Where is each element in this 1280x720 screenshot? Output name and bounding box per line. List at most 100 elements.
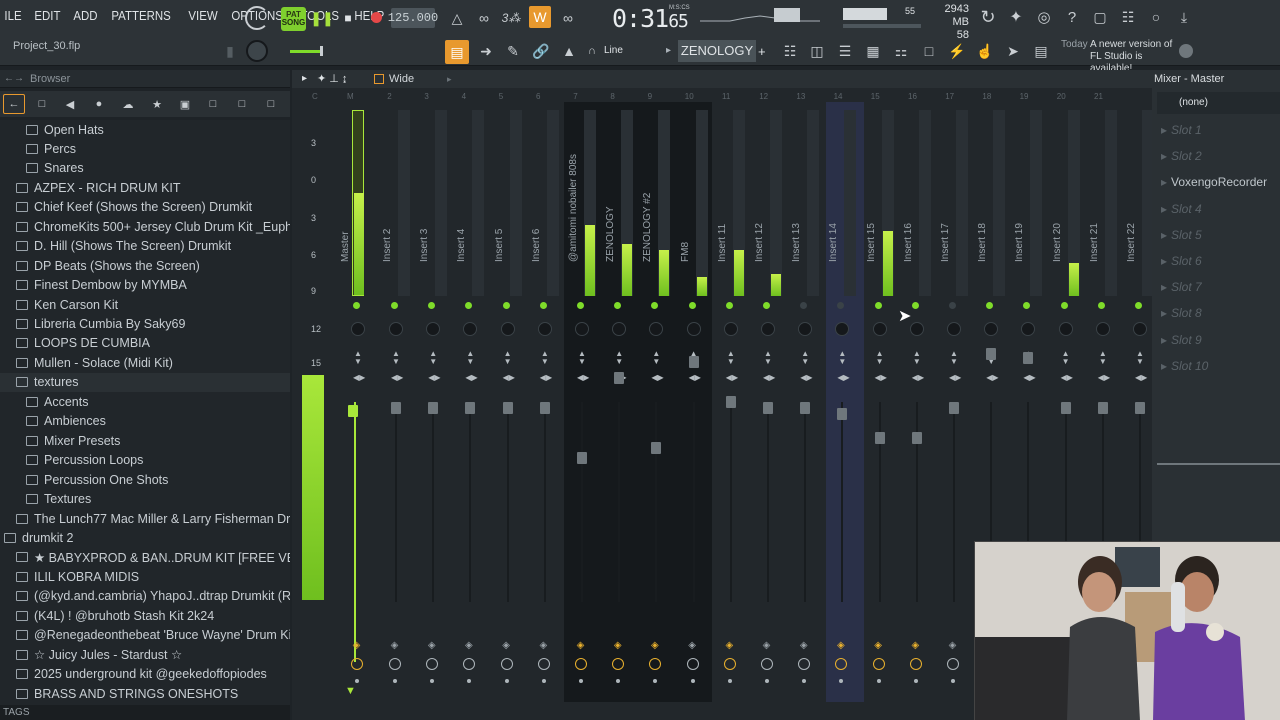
fx-slot[interactable]: Slot 5 bbox=[1157, 223, 1280, 247]
pan-knob[interactable] bbox=[500, 322, 515, 336]
volume-fader[interactable] bbox=[763, 402, 773, 414]
mixer-strip[interactable]: Insert 4 ▲ ▼ ◀▶ ◈ bbox=[452, 102, 488, 683]
pattern-song-toggle[interactable]: PAT SONG bbox=[281, 7, 306, 31]
route-icon[interactable]: ◈ bbox=[799, 640, 808, 652]
fx-slot[interactable]: Slot 10 bbox=[1157, 354, 1280, 378]
menu-ile[interactable]: ILE bbox=[0, 8, 26, 23]
mixer-strip[interactable]: Insert 2 ▲ ▼ ◀▶ ◈ bbox=[378, 102, 414, 683]
strip-name[interactable]: Insert 11 bbox=[717, 202, 728, 262]
menu-view[interactable]: VIEW bbox=[184, 8, 222, 23]
mixer-strip[interactable]: Insert 15 ▲ ▼ ◀▶ ◈ bbox=[862, 102, 898, 683]
volume-fader[interactable] bbox=[348, 405, 358, 417]
folder-icon-2[interactable]: □ bbox=[232, 94, 252, 114]
pan-knob[interactable] bbox=[872, 322, 887, 336]
mute-led[interactable] bbox=[465, 302, 473, 309]
pan-knob[interactable] bbox=[612, 322, 627, 336]
tags-bar[interactable]: TAGS bbox=[0, 705, 290, 720]
view-mode[interactable]: Wide bbox=[389, 73, 414, 85]
volume-fader[interactable] bbox=[502, 402, 513, 414]
browser-item[interactable]: BRASS AND STRINGS ONESHOTS bbox=[0, 684, 290, 703]
browser-item[interactable]: Percussion One Shots bbox=[0, 470, 290, 489]
mixer-strip[interactable]: Insert 13 ▲ ▼ ◀▶ ◈ bbox=[787, 102, 823, 683]
pan-knob[interactable] bbox=[575, 322, 589, 336]
stereo-arrows-icon[interactable]: ▲▼◀▶ bbox=[577, 350, 589, 382]
send-knob-icon[interactable] bbox=[426, 658, 439, 670]
menu-patterns[interactable]: PATTERNS bbox=[107, 8, 175, 23]
record-arm-dot[interactable] bbox=[913, 679, 918, 683]
route-icon[interactable]: ◈ bbox=[613, 640, 622, 652]
browser-item[interactable]: ☆ Juicy Jules - Stardust ☆ bbox=[0, 645, 290, 664]
browser-item[interactable]: @Renegadeonthebeat 'Bruce Wayne' Drum Ki… bbox=[0, 626, 290, 645]
browser-item[interactable]: drumkit 2 bbox=[0, 528, 290, 547]
volume-fader[interactable] bbox=[800, 402, 811, 414]
browser-item[interactable]: AZPEX - RICH DRUM KIT bbox=[0, 178, 290, 197]
pan-knob[interactable] bbox=[649, 322, 664, 336]
strip-name[interactable]: Insert 22 bbox=[1126, 202, 1137, 262]
browser-item[interactable]: Ken Carson Kit bbox=[0, 295, 290, 314]
cart-icon[interactable]: ▤ bbox=[1030, 40, 1052, 62]
browser-item[interactable]: Snares bbox=[0, 159, 290, 178]
volume-fader[interactable] bbox=[949, 402, 959, 414]
strip-name[interactable]: Insert 4 bbox=[456, 202, 467, 262]
mute-led[interactable] bbox=[800, 302, 808, 309]
stereo-arrows-icon[interactable]: ▲▼◀▶ bbox=[1135, 350, 1147, 382]
stamp-icon[interactable]: ▲ bbox=[558, 40, 580, 62]
strip-name[interactable]: Insert 14 bbox=[828, 202, 839, 262]
volume-fader[interactable] bbox=[1060, 402, 1071, 414]
document-icon[interactable]: □ bbox=[918, 40, 940, 62]
strip-name[interactable]: Insert 16 bbox=[903, 202, 914, 262]
strip-name[interactable]: ZENOLOGY bbox=[605, 202, 616, 262]
channel-rack-icon[interactable]: ◫ bbox=[806, 40, 828, 62]
strip-name[interactable]: Insert 5 bbox=[494, 202, 505, 262]
globe-icon[interactable] bbox=[1179, 44, 1193, 58]
send-knob-icon[interactable] bbox=[872, 658, 885, 670]
record-arm-dot[interactable] bbox=[467, 679, 472, 683]
mute-led[interactable] bbox=[391, 302, 398, 309]
pan-knob[interactable] bbox=[1133, 322, 1147, 336]
fx-slot[interactable]: Slot 4 bbox=[1157, 197, 1280, 221]
record-arm-dot[interactable] bbox=[876, 679, 881, 683]
record-arm-dot[interactable] bbox=[951, 679, 955, 683]
strip-name[interactable]: Insert 13 bbox=[791, 202, 802, 262]
mute-led[interactable] bbox=[1097, 302, 1105, 309]
strip-name[interactable]: ZENOLOGY #2 bbox=[642, 193, 653, 262]
tools-icon[interactable]: ✦ bbox=[1005, 6, 1027, 28]
route-icon[interactable]: ◈ bbox=[539, 640, 548, 652]
strip-name[interactable]: FM8 bbox=[680, 202, 691, 262]
list-icon[interactable]: ☰ bbox=[834, 40, 856, 62]
download-icon[interactable]: ⤓ bbox=[1173, 6, 1195, 28]
browser-item[interactable]: Percussion Loops bbox=[0, 451, 290, 470]
strip-name[interactable]: Insert 21 bbox=[1089, 202, 1100, 262]
mixer-strip[interactable]: ZENOLOGY #2 ▲ ▼ ◀▶ ◈ bbox=[638, 102, 674, 683]
stereo-arrows-icon[interactable]: ▲▼◀▶ bbox=[540, 350, 552, 382]
browser-item[interactable]: Open Hats bbox=[0, 120, 290, 139]
route-icon[interactable]: ◈ bbox=[948, 640, 957, 652]
browser-item[interactable]: Mixer Presets bbox=[0, 431, 290, 450]
strip-name[interactable]: @amitomi nobailer 808s bbox=[568, 154, 579, 262]
strip-name[interactable]: Insert 15 bbox=[866, 202, 877, 262]
menu-edit[interactable]: EDIT bbox=[30, 8, 65, 23]
playlist-icon[interactable]: ☷ bbox=[779, 40, 801, 62]
stereo-arrows-icon[interactable]: ▲▼◀▶ bbox=[1098, 350, 1110, 382]
route-icon[interactable]: ◈ bbox=[650, 640, 659, 652]
browser-item[interactable]: LOOPS DE CUMBIA bbox=[0, 334, 290, 353]
record-arm-dot[interactable] bbox=[430, 679, 435, 683]
mixer-strip[interactable]: Insert 16 ▲ ▼ ◀▶ ◈ bbox=[899, 102, 935, 683]
scroll-down-icon[interactable]: ▼ bbox=[345, 685, 356, 697]
touch-icon[interactable]: ☝ bbox=[974, 40, 996, 62]
mute-led[interactable] bbox=[763, 302, 770, 309]
hierarchy-icon[interactable]: ⚏ bbox=[890, 40, 912, 62]
pan-knob[interactable] bbox=[1021, 322, 1036, 336]
star-icon[interactable]: ★ bbox=[147, 94, 167, 114]
stereo-arrows-icon[interactable]: ▲▼◀▶ bbox=[353, 350, 365, 382]
mixer-strip[interactable]: Master ▲ ▼ ◀▶ ◈ bbox=[340, 102, 376, 683]
speaker-icon[interactable]: ◀ bbox=[60, 94, 80, 114]
record-arm-dot[interactable] bbox=[579, 679, 583, 683]
browser-item[interactable]: ★ BABYXPROD & BAN..DRUM KIT [FREE VERSIO… bbox=[0, 548, 290, 567]
fx-slot[interactable]: Slot 6 bbox=[1157, 249, 1280, 273]
mute-led[interactable] bbox=[1135, 302, 1142, 309]
fx-slot[interactable]: Slot 8 bbox=[1157, 301, 1280, 325]
mixer-tools-icon[interactable]: ✦ ⊥ ↨ bbox=[317, 72, 347, 85]
mixer-strip[interactable]: Insert 14 ▲ ▼ ◀▶ ◈ bbox=[824, 102, 860, 683]
send-knob-icon[interactable] bbox=[351, 658, 363, 670]
